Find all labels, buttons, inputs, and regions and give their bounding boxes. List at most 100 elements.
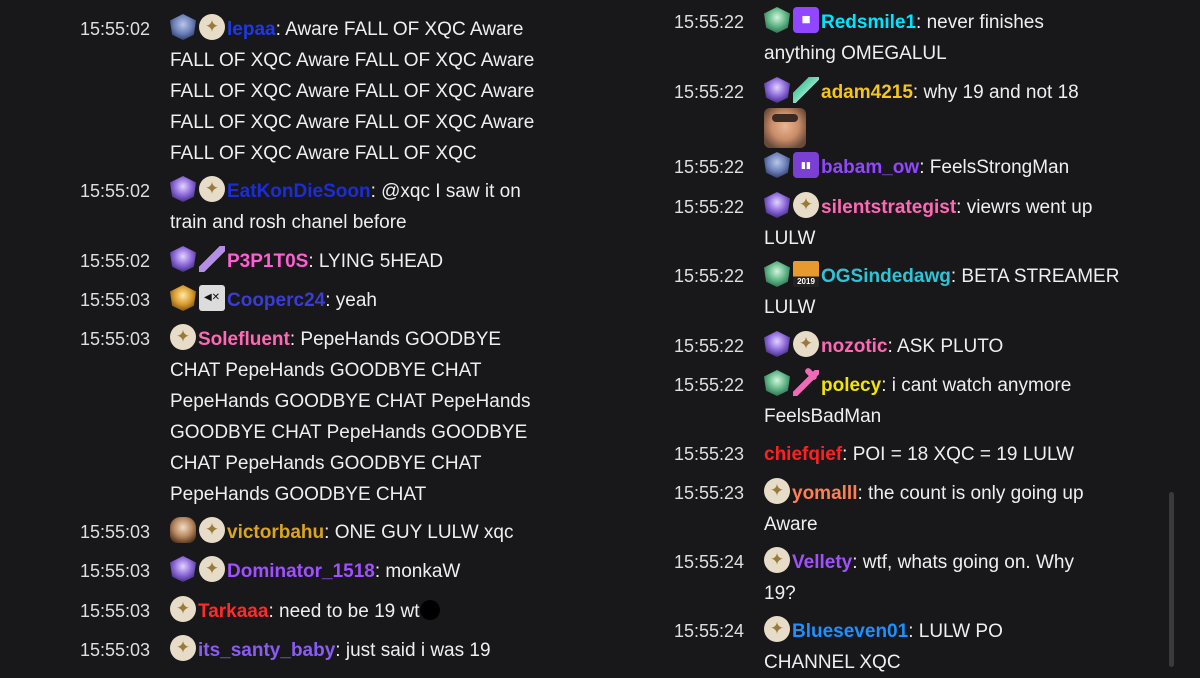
message-text: the count is only going up xyxy=(868,483,1084,504)
timestamp: 15:55:03 xyxy=(80,522,151,542)
prime-badge[interactable] xyxy=(793,192,819,218)
message-continuation: anything OMEGALUL xyxy=(764,43,947,64)
username[interactable]: Cooperc24 xyxy=(227,290,325,311)
message-continuation: CHANNEL XQC xyxy=(764,652,901,673)
prime-badge[interactable] xyxy=(793,331,819,357)
username[interactable]: adam4215 xyxy=(821,82,913,103)
message-separator: : xyxy=(956,197,967,218)
message-continuation: Aware xyxy=(764,514,818,535)
message-text: @xqc I saw it on xyxy=(381,181,521,202)
sub-skull-badge[interactable] xyxy=(170,517,196,543)
username[interactable]: Blueseven01 xyxy=(792,621,908,642)
username[interactable]: Dominator_1518 xyxy=(227,561,375,582)
username[interactable]: Tarkaaa xyxy=(198,601,268,622)
timestamp: 15:55:23 xyxy=(674,483,745,503)
message-text: need to be 19 wt xyxy=(279,601,420,622)
chat-scrollbar[interactable] xyxy=(1169,492,1174,667)
badge-group xyxy=(170,285,225,311)
timestamp: 15:55:02 xyxy=(80,181,151,201)
timestamp: 15:55:23 xyxy=(674,444,745,464)
sub-purple-badge[interactable] xyxy=(764,331,790,357)
message-text: just said i was 19 xyxy=(345,640,491,661)
prime-badge[interactable] xyxy=(170,596,196,622)
username[interactable]: chiefqief xyxy=(764,444,842,465)
username[interactable]: polecy xyxy=(821,375,881,396)
message-separator: : xyxy=(325,290,336,311)
emote-image[interactable] xyxy=(764,108,806,148)
prime-badge[interactable] xyxy=(199,14,225,40)
badge-group xyxy=(170,324,196,350)
username[interactable]: OGSindedawg xyxy=(821,266,951,287)
sub-blue-badge[interactable] xyxy=(764,152,790,178)
feather-badge[interactable] xyxy=(793,77,819,103)
sub-green-badge[interactable] xyxy=(764,370,790,396)
muted-badge[interactable] xyxy=(199,285,225,311)
username[interactable]: its_santy_baby xyxy=(198,640,335,661)
message-separator: : xyxy=(275,19,286,40)
sub-purple-badge[interactable] xyxy=(170,246,196,272)
2019-badge[interactable] xyxy=(793,261,819,287)
timestamp: 15:55:03 xyxy=(80,329,151,349)
prime-badge[interactable] xyxy=(199,517,225,543)
message-separator: : xyxy=(881,375,892,396)
badge-group xyxy=(764,547,790,573)
badge-group xyxy=(170,14,225,40)
message-separator: : xyxy=(919,157,930,178)
redaction-blot xyxy=(419,600,440,620)
prime-badge[interactable] xyxy=(170,324,196,350)
username[interactable]: victorbahu xyxy=(227,522,324,543)
twitch-badge[interactable] xyxy=(793,152,819,178)
badge-group xyxy=(170,246,225,272)
sub-purple-badge[interactable] xyxy=(764,192,790,218)
sword-badge[interactable] xyxy=(199,246,225,272)
timestamp: 15:55:22 xyxy=(674,82,745,102)
badge-group xyxy=(764,152,819,178)
message-separator: : xyxy=(370,181,382,202)
timestamp: 15:55:24 xyxy=(674,621,745,641)
timestamp: 15:55:02 xyxy=(80,19,151,39)
message-continuation: CHAT PepeHands GOODBYE CHAT xyxy=(170,453,482,474)
sub-gold-badge[interactable] xyxy=(170,285,196,311)
prime-badge[interactable] xyxy=(764,547,790,573)
prime-badge[interactable] xyxy=(170,635,196,661)
message-separator: : xyxy=(852,552,863,573)
username[interactable]: EatKonDieSoon xyxy=(227,181,371,202)
username[interactable]: silentstrategist xyxy=(821,197,956,218)
timestamp: 15:55:22 xyxy=(674,12,745,32)
message-continuation: FALL OF XQC Aware FALL OF XQC Aware xyxy=(170,81,535,102)
message-text: wtf, whats going on. Why xyxy=(862,552,1074,573)
prime-badge[interactable] xyxy=(764,616,790,642)
username[interactable]: Redsmile1 xyxy=(821,12,916,33)
sub-purple-badge[interactable] xyxy=(170,556,196,582)
sub-green-badge[interactable] xyxy=(764,261,790,287)
message-text: monkaW xyxy=(385,561,461,582)
sub-green-badge[interactable] xyxy=(764,7,790,33)
prime-badge[interactable] xyxy=(199,176,225,202)
message-separator: : xyxy=(335,640,346,661)
username[interactable]: nozotic xyxy=(821,336,888,357)
username[interactable]: yomalll xyxy=(792,483,857,504)
username[interactable]: Solefluent xyxy=(198,329,290,350)
message-continuation: PepeHands GOODBYE CHAT xyxy=(170,484,427,505)
username[interactable]: P3P1T0S xyxy=(227,251,308,272)
message-text: POI = 18 XQC = 19 LULW xyxy=(852,444,1075,465)
message-continuation: FALL OF XQC Aware FALL OF XQC Aware xyxy=(170,112,535,133)
timestamp: 15:55:03 xyxy=(80,601,151,621)
sub-purple-badge[interactable] xyxy=(764,77,790,103)
prime-badge[interactable] xyxy=(199,556,225,582)
message-text: LULW PO xyxy=(918,621,1003,642)
message-continuation: LULW xyxy=(764,297,816,318)
username[interactable]: babam_ow xyxy=(821,157,919,178)
sub-blue-badge[interactable] xyxy=(170,14,196,40)
sub-purple-badge[interactable] xyxy=(170,176,196,202)
pickaxe-badge[interactable] xyxy=(793,370,819,396)
badge-group xyxy=(170,596,196,622)
message-text: LYING 5HEAD xyxy=(318,251,444,272)
turbo-badge[interactable] xyxy=(793,7,819,33)
message-separator: : xyxy=(887,336,898,357)
username[interactable]: lepaa xyxy=(227,19,276,40)
message-separator: : xyxy=(912,82,924,103)
username[interactable]: Vellety xyxy=(792,552,852,573)
prime-badge[interactable] xyxy=(764,478,790,504)
message-continuation: GOODBYE CHAT PepeHands GOODBYE xyxy=(170,422,528,443)
